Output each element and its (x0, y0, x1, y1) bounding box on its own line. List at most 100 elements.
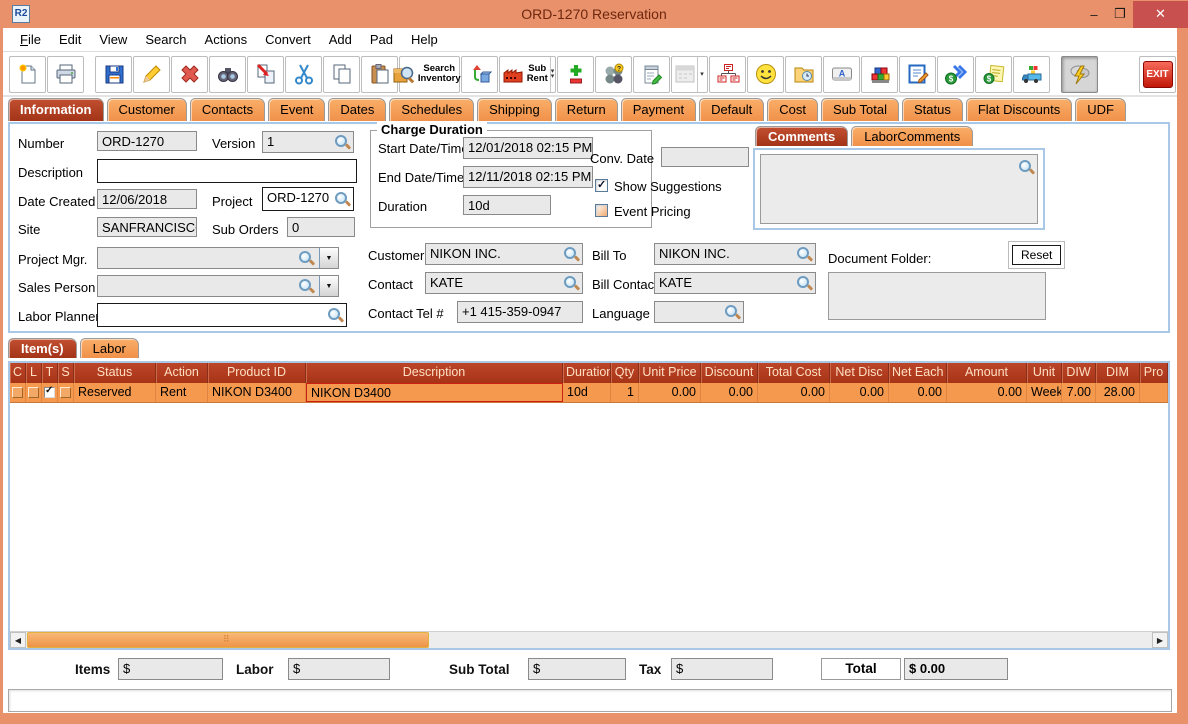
grid-col-status[interactable]: Status (74, 363, 156, 383)
tab-customer[interactable]: Customer (106, 98, 187, 121)
grid-col-pro[interactable]: Pro (1140, 363, 1168, 383)
tab-event[interactable]: Event (268, 98, 326, 121)
convert-cube-button[interactable] (461, 55, 498, 93)
language-field[interactable] (654, 301, 744, 323)
print-button[interactable] (47, 55, 84, 93)
cut-button[interactable] (285, 55, 322, 93)
grid-col-net-disc[interactable]: Net Disc (830, 363, 889, 383)
sales-person-combo[interactable]: ▼ (97, 275, 339, 297)
grid-col-dim[interactable]: DIM (1096, 363, 1140, 383)
copy-order-button[interactable] (247, 55, 284, 93)
grid-cell-s[interactable] (58, 383, 74, 402)
show-suggestions-checkbox[interactable] (595, 178, 608, 192)
tab-udf[interactable]: UDF (1075, 98, 1126, 121)
reset-button[interactable]: Reset (1007, 241, 1066, 269)
grid-col-s[interactable]: S (58, 363, 74, 383)
grid-cell-net-each[interactable]: 0.00 (889, 383, 947, 402)
grid-hscrollbar[interactable]: ◀ ▶ (10, 631, 1168, 648)
grid-col-amount[interactable]: Amount (947, 363, 1027, 383)
customer-lookup-icon[interactable] (563, 246, 579, 262)
grid-checkbox-t[interactable] (44, 385, 55, 398)
grid-col-discount[interactable]: Discount (701, 363, 758, 383)
scroll-left-icon[interactable]: ◀ (10, 632, 26, 648)
grid-cell-unit-price[interactable]: 0.00 (639, 383, 701, 402)
sub-rent-button[interactable]: Sub Rent ▾ ▾ (499, 55, 556, 93)
grid-cell-unit[interactable]: Week (1027, 383, 1062, 402)
tab-default[interactable]: Default (699, 98, 765, 121)
grid-col-net-each[interactable]: Net Each (889, 363, 947, 383)
grid-cell-total-cost[interactable]: 0.00 (758, 383, 830, 402)
grid-col-total-cost[interactable]: Total Cost (758, 363, 830, 383)
customer-field[interactable]: NIKON INC. (425, 243, 583, 265)
menu-convert[interactable]: Convert (256, 30, 320, 49)
tab-contacts[interactable]: Contacts (189, 98, 266, 121)
grid-cell-pro[interactable] (1140, 383, 1168, 402)
new-document-button[interactable] (9, 55, 46, 93)
grid-col-diw[interactable]: DIW (1062, 363, 1096, 383)
tab-labor[interactable]: Labor (79, 338, 139, 358)
menu-search[interactable]: Search (136, 30, 195, 49)
cubes-button[interactable] (861, 55, 898, 93)
folder-time-button[interactable] (785, 55, 822, 93)
project-lookup-icon[interactable] (334, 191, 350, 207)
grid-checkbox-s[interactable] (60, 387, 71, 398)
project-mgr-dropdown-icon[interactable]: ▼ (319, 248, 338, 268)
menu-pad[interactable]: Pad (361, 30, 402, 49)
grid-checkbox-l[interactable] (28, 387, 39, 398)
smiley-button[interactable] (747, 55, 784, 93)
menu-add[interactable]: Add (320, 30, 361, 49)
grid-cell-t[interactable] (42, 383, 58, 402)
tab-comments[interactable]: Comments (755, 126, 849, 146)
grid-cell-l[interactable] (26, 383, 42, 402)
grid-cell-qty[interactable]: 1 (611, 383, 639, 402)
grid-cell-duration[interactable]: 10d (563, 383, 611, 402)
menu-edit[interactable]: Edit (50, 30, 90, 49)
delete-button[interactable] (171, 55, 208, 93)
scroll-right-icon[interactable]: ▶ (1152, 632, 1168, 648)
grid-cell-product-id[interactable]: NIKON D3400 (208, 383, 306, 402)
end-datetime-field[interactable]: 12/11/2018 02:15 PM (463, 166, 593, 188)
menu-file[interactable]: File (11, 30, 50, 49)
grid-col-product-id[interactable]: Product ID (208, 363, 306, 383)
edit-pencil-button[interactable] (133, 55, 170, 93)
sales-person-dropdown-icon[interactable]: ▼ (319, 276, 338, 296)
grid-col-qty[interactable]: Qty (611, 363, 639, 383)
bill-contact-lookup-icon[interactable] (796, 275, 812, 291)
menu-actions[interactable]: Actions (196, 30, 257, 49)
language-lookup-icon[interactable] (724, 304, 740, 320)
grid-cell-amount[interactable]: 0.00 (947, 383, 1027, 402)
sales-person-lookup-icon[interactable] (298, 278, 314, 294)
grid-cell-net-disc[interactable]: 0.00 (830, 383, 889, 402)
grid-col-description[interactable]: Description (306, 363, 563, 383)
tab-information[interactable]: Information (8, 98, 104, 121)
bill-contact-field[interactable]: KATE (654, 272, 816, 294)
tab-schedules[interactable]: Schedules (389, 98, 475, 121)
menu-help[interactable]: Help (402, 30, 447, 49)
document-folder-textarea[interactable] (828, 272, 1046, 320)
grid-col-l[interactable]: L (26, 363, 42, 383)
notepad-button[interactable] (633, 55, 670, 93)
tab-status[interactable]: Status (901, 98, 963, 121)
grid-col-unit-price[interactable]: Unit Price (639, 363, 701, 383)
truck-button[interactable] (1013, 55, 1050, 93)
comments-lookup-icon[interactable] (1018, 159, 1034, 175)
tab-payment[interactable]: Payment (620, 98, 697, 121)
dollar-forward-button[interactable]: $ (937, 55, 974, 93)
menu-view[interactable]: View (90, 30, 136, 49)
grid-cell-action[interactable]: Rent (156, 383, 208, 402)
bill-to-lookup-icon[interactable] (796, 246, 812, 262)
event-pricing-checkbox[interactable] (595, 204, 608, 217)
tab-shipping[interactable]: Shipping (477, 98, 552, 121)
contact-field[interactable]: KATE (425, 272, 583, 294)
add-remove-button[interactable] (557, 55, 594, 93)
grid-col-unit[interactable]: Unit (1027, 363, 1062, 383)
grid-col-t[interactable]: T (42, 363, 58, 383)
bill-to-field[interactable]: NIKON INC. (654, 243, 816, 265)
sub-rent-dropdown-icon[interactable]: ▾ ▾ (549, 56, 554, 92)
tab-sub-total[interactable]: Sub Total (821, 98, 899, 121)
contact-tel-field[interactable]: +1 415-359-0947 (457, 301, 583, 323)
grid-col-duration[interactable]: Duration (563, 363, 611, 383)
version-field[interactable]: 1 (262, 131, 354, 153)
grid-cell-diw[interactable]: 7.00 (1062, 383, 1096, 402)
save-button[interactable] (95, 55, 132, 93)
